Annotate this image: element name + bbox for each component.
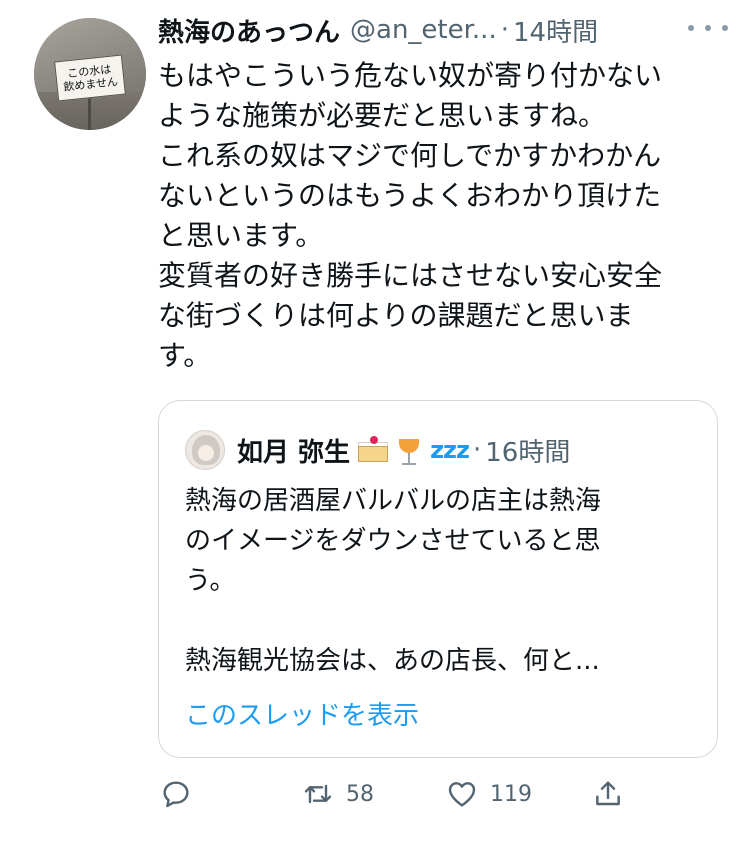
quoted-text-line — [185, 601, 695, 641]
avatar-face — [198, 445, 214, 461]
quoted-author-avatar — [185, 430, 225, 470]
quoted-text-line: う。 — [185, 566, 236, 596]
tweet-text-line: な街づくりは何よりの課題だと思いま — [158, 299, 634, 332]
like-button[interactable]: 119 — [446, 772, 532, 816]
quoted-text-line: 熱海観光協会は、あの店長、何と... — [185, 646, 600, 676]
tweet-text-line: す。 — [158, 339, 212, 372]
cocktail-stem — [408, 453, 411, 463]
sleeping-emoji-icon: zzz — [430, 436, 470, 464]
retweet-icon — [304, 784, 332, 804]
cake-emoji-icon — [356, 436, 390, 464]
tweet-text-line: 変質者の好き勝手にはさせない安心安全 — [158, 259, 663, 292]
reply-button[interactable] — [160, 772, 204, 816]
tweet-text-line: と思います。 — [158, 219, 324, 252]
tweet-text: もはやこういう危ない奴が寄り付かない ような施策が必要だと思いますね。 これ系の… — [158, 56, 718, 376]
quoted-tweet-header: 如月 弥生 zzz · 16時間 — [185, 429, 570, 471]
author-handle[interactable]: @an_eter... — [350, 15, 497, 45]
quoted-header-separator: · — [472, 435, 482, 465]
author-avatar[interactable]: この水は 飲めません — [34, 18, 146, 130]
cake-sponge — [358, 446, 389, 462]
quoted-author-name: 如月 弥生 — [237, 437, 351, 468]
avatar-sign-pole — [88, 98, 91, 130]
quoted-text-line: のイメージをダウンさせていると思 — [185, 526, 601, 556]
like-icon — [448, 782, 476, 807]
cake-strawberry — [370, 436, 379, 444]
cocktail-glass — [399, 439, 420, 453]
header-separator: · — [500, 15, 509, 45]
more-dot — [722, 25, 728, 31]
more-icon[interactable] — [688, 16, 728, 40]
quoted-tweet-text: 熱海の居酒屋バルバルの店主は熱海 のイメージをダウンさせていると思 う。 熱海観… — [185, 481, 695, 681]
avatar-sign-image: この水は 飲めません — [54, 54, 126, 102]
tweet-text-line: これ系の奴はマジで何しでかすかわかん — [158, 139, 662, 172]
more-dot — [705, 25, 711, 31]
cocktail-emoji-icon — [396, 433, 422, 467]
quoted-tweet-card[interactable]: 如月 弥生 zzz · 16時間 熱海の居酒屋バルバルの店主は熱海 のイメージを… — [158, 400, 718, 758]
tweet-text-line: もはやこういう危ない奴が寄り付かない — [158, 59, 663, 92]
retweet-button[interactable]: 58 — [302, 772, 374, 816]
share-button[interactable] — [592, 772, 624, 816]
author-display-name[interactable]: 熱海のあっつん — [158, 12, 340, 49]
tweet-text-line: ような施策が必要だと思いますね。 — [158, 99, 607, 132]
show-thread-link[interactable]: このスレッドを表示 — [185, 695, 419, 732]
quoted-text-line: 熱海の居酒屋バルバルの店主は熱海 — [185, 486, 602, 516]
tweet-header: 熱海のあっつん @an_eter... · 14時間 — [158, 10, 598, 50]
cocktail-base — [402, 463, 417, 465]
tweet-text-line: ないというのはもうよくおわかり頂けた — [158, 179, 662, 212]
retweet-count: 58 — [346, 781, 374, 807]
quoted-tweet-timestamp: 16時間 — [485, 437, 571, 468]
tweet-timestamp[interactable]: 14時間 — [513, 12, 598, 49]
like-count: 119 — [490, 781, 532, 807]
more-dot — [688, 25, 694, 31]
tweet-action-bar: 58 119 — [158, 772, 718, 816]
share-icon — [596, 781, 620, 806]
reply-icon — [163, 781, 189, 808]
